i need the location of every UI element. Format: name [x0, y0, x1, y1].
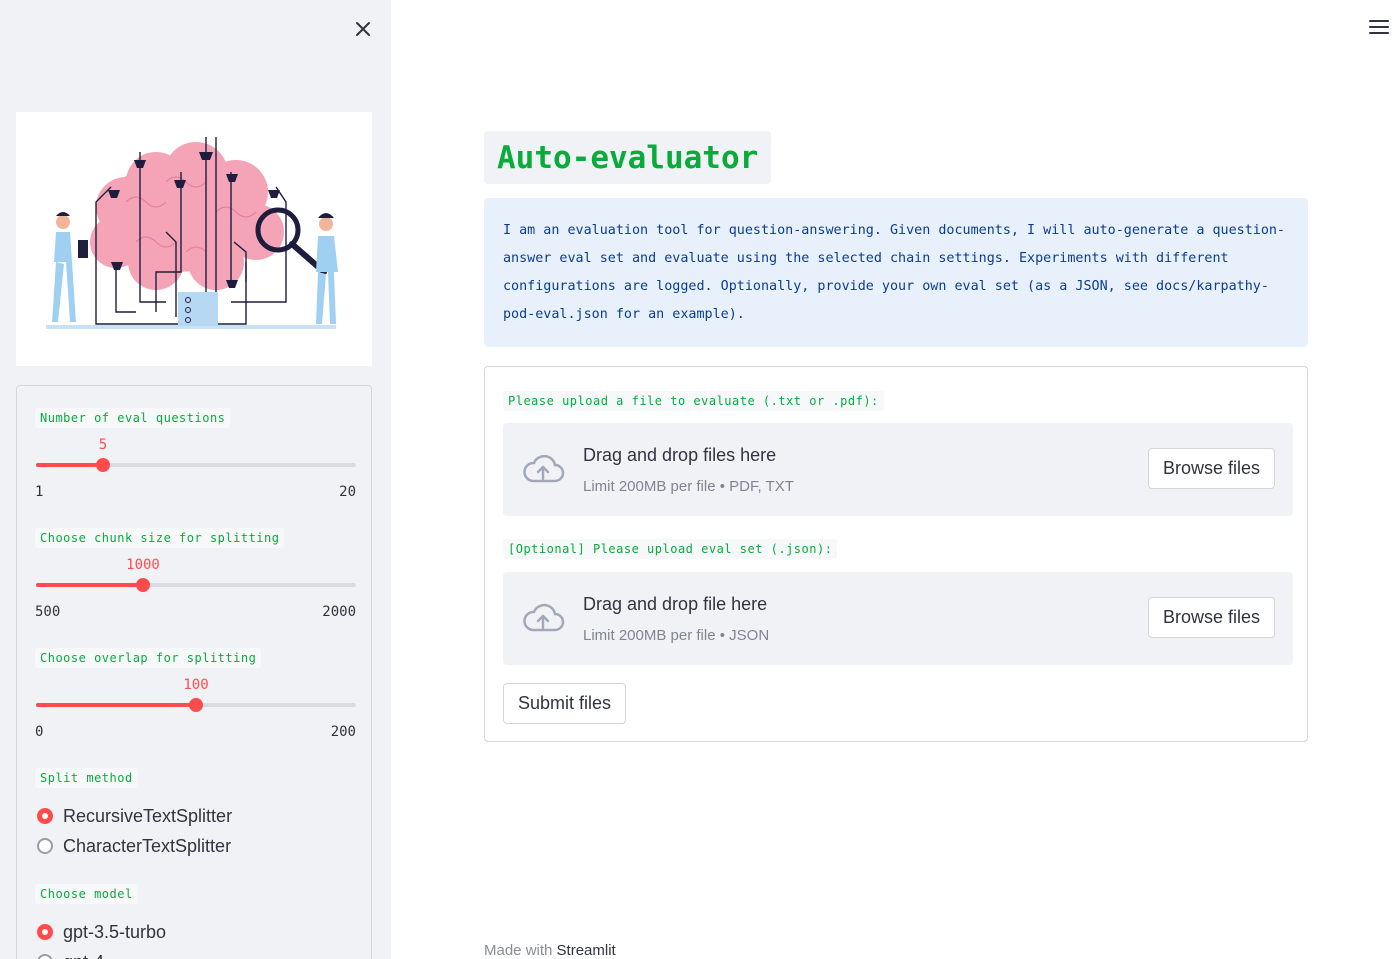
slider-thumb[interactable]: [96, 458, 110, 472]
dropzone-subtitle: Limit 200MB per file • JSON: [583, 627, 770, 644]
radio-label: RecursiveTextSplitter: [63, 805, 233, 826]
main-menu-button[interactable]: [1368, 18, 1390, 36]
slider-max: 20: [339, 484, 356, 500]
slider-eval-questions[interactable]: [36, 458, 356, 472]
dropzone-title: Drag and drop file here: [583, 594, 768, 614]
slider-min: 1: [35, 484, 44, 500]
dropzone-subtitle: Limit 200MB per file • PDF, TXT: [583, 478, 794, 495]
slider-overlap[interactable]: [36, 698, 356, 712]
footer-prefix: Made with: [484, 942, 557, 959]
upload-docs-dropzone[interactable]: Drag and drop files here Limit 200MB per…: [503, 423, 1293, 516]
upload-eval-label: [Optional] Please upload eval set (.json…: [503, 539, 838, 559]
upload-form: Please upload a file to evaluate (.txt o…: [484, 366, 1308, 742]
info-message: I am an evaluation tool for question-ans…: [484, 198, 1308, 347]
browse-files-button[interactable]: Browse files: [1147, 597, 1275, 638]
radio-label: gpt-4: [63, 952, 104, 959]
slider-min: 0: [35, 724, 44, 740]
footer: Made with Streamlit: [484, 942, 616, 959]
slider-min: 500: [35, 604, 61, 620]
slider-fill: [36, 463, 103, 467]
slider-thumb[interactable]: [189, 698, 203, 712]
slider-value-overlap: 100: [183, 677, 209, 693]
slider-fill: [36, 703, 196, 707]
close-sidebar-button[interactable]: [350, 16, 376, 42]
slider-label-chunk-size: Choose chunk size for splitting: [35, 528, 285, 548]
upload-docs-label: Please upload a file to evaluate (.txt o…: [503, 391, 884, 411]
browse-files-button[interactable]: Browse files: [1147, 448, 1275, 489]
split-method-label: Split method: [35, 768, 138, 788]
slider-thumb[interactable]: [136, 578, 150, 592]
slider-max: 200: [330, 724, 356, 740]
close-icon: [356, 22, 370, 36]
radio-label: CharacterTextSplitter: [63, 835, 232, 856]
cloud-upload-icon: [523, 603, 565, 632]
slider-label-overlap: Choose overlap for splitting: [35, 648, 262, 668]
radio-model-gpt35[interactable]: gpt-3.5-turbo: [37, 920, 166, 944]
choose-model-label: Choose model: [35, 884, 138, 904]
radio-split-recursive[interactable]: RecursiveTextSplitter: [37, 804, 232, 828]
radio-button: [37, 808, 53, 824]
slider-chunk-size[interactable]: [36, 578, 356, 592]
footer-brand-link[interactable]: Streamlit: [557, 942, 616, 959]
sidebar: Number of eval questions 5 1 20 Choose c…: [0, 0, 391, 959]
brain-illustration: [46, 137, 338, 329]
slider-value-chunk-size: 1000: [126, 557, 160, 573]
page-title: Auto-evaluator: [497, 139, 759, 176]
page-title-wrap: Auto-evaluator: [484, 131, 772, 184]
radio-button: [37, 838, 53, 854]
cloud-upload-icon: [523, 454, 565, 483]
hero-image: [16, 112, 372, 366]
slider-max: 2000: [322, 604, 356, 620]
hamburger-menu-icon: [1369, 20, 1389, 34]
slider-fill: [36, 583, 143, 587]
dropzone-title: Drag and drop files here: [583, 445, 777, 465]
radio-label: gpt-3.5-turbo: [63, 921, 167, 942]
radio-button: [37, 924, 53, 940]
radio-model-gpt4[interactable]: gpt-4: [37, 950, 104, 959]
slider-value-eval-questions: 5: [98, 437, 108, 453]
upload-eval-dropzone[interactable]: Drag and drop file here Limit 200MB per …: [503, 572, 1293, 665]
radio-button: [37, 954, 53, 959]
submit-files-button[interactable]: Submit files: [503, 683, 627, 724]
slider-label-eval-questions: Number of eval questions: [35, 408, 231, 428]
radio-split-character[interactable]: CharacterTextSplitter: [37, 834, 231, 858]
settings-form: Number of eval questions 5 1 20 Choose c…: [16, 385, 372, 959]
